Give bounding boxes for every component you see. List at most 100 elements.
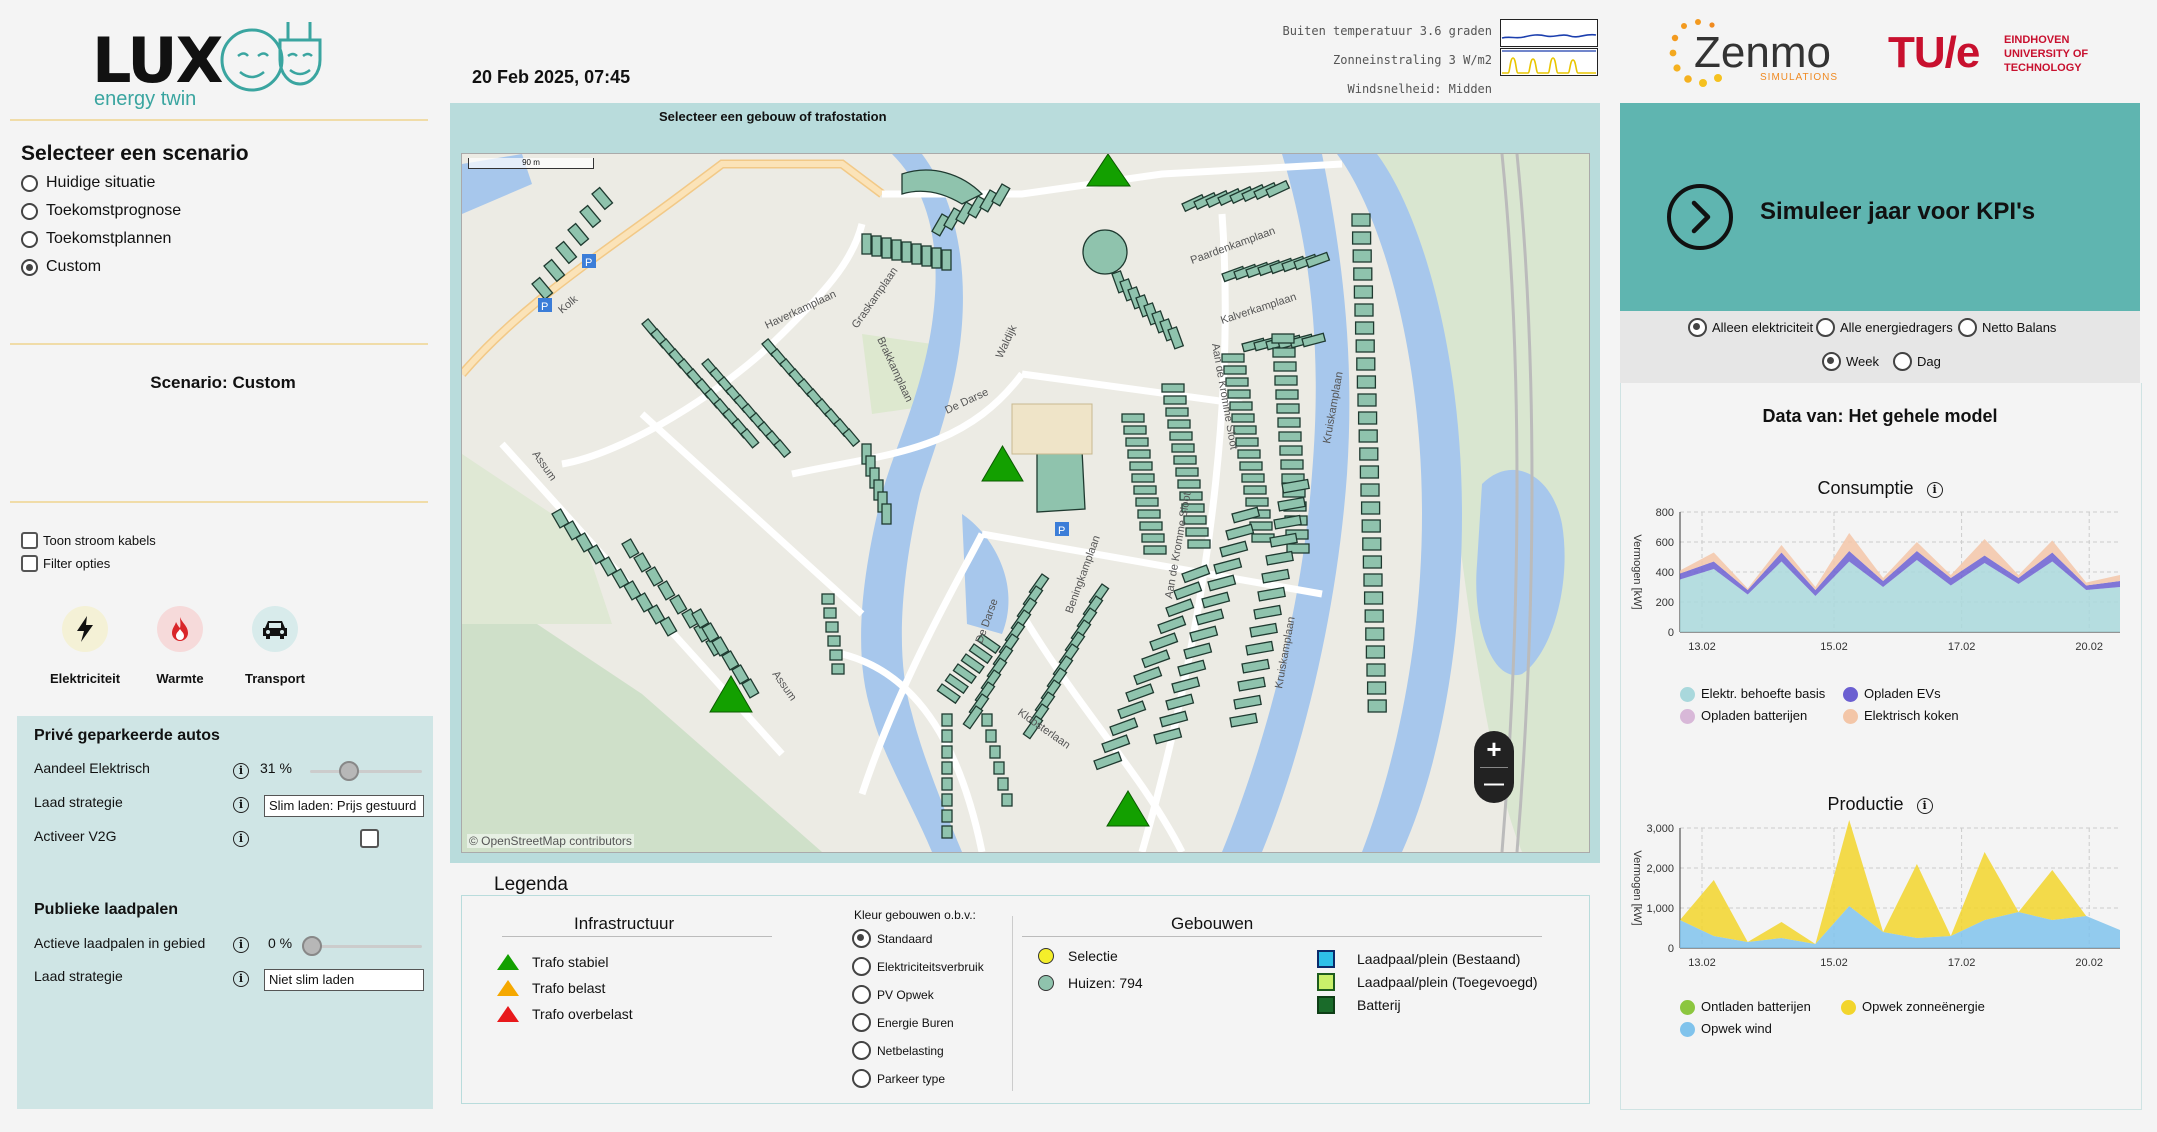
scenario-option[interactable]: Toekomstplannen (21, 230, 171, 248)
building-footprint[interactable] (931, 247, 942, 269)
consumption-info-icon[interactable]: i (1926, 482, 1943, 498)
building-color-option[interactable]: PV Opwek (852, 985, 934, 1004)
building-footprint[interactable] (881, 237, 892, 259)
building-footprint[interactable] (989, 745, 1001, 759)
building-footprint[interactable] (1358, 429, 1378, 443)
building-footprint[interactable] (1352, 249, 1372, 263)
building-footprint[interactable] (1363, 591, 1384, 605)
building-footprint[interactable] (1245, 497, 1269, 507)
energy-filter-radio[interactable] (1958, 318, 1977, 337)
building-footprint[interactable] (1354, 303, 1374, 317)
building-footprint[interactable] (1353, 267, 1373, 281)
production-chart[interactable]: 0 1,000 2,000 3,000 13.02 15.02 17.02 20.02 Verm… (1620, 816, 2140, 986)
building-footprint[interactable] (1185, 527, 1209, 537)
building-color-radio[interactable] (852, 957, 871, 976)
v2g-info-icon[interactable]: i (233, 831, 249, 847)
scenario-radio[interactable] (21, 202, 38, 220)
building-footprint[interactable] (1272, 347, 1296, 358)
building-footprint[interactable] (1173, 455, 1197, 465)
active-slider-handle[interactable] (302, 936, 322, 956)
building-footprint[interactable] (1125, 437, 1149, 447)
building-footprint[interactable] (1351, 213, 1371, 227)
filter-checkbox[interactable] (21, 555, 38, 572)
building-footprint[interactable] (891, 239, 902, 261)
building-color-radio[interactable] (852, 1041, 871, 1060)
energy-filter-radio[interactable] (1688, 318, 1707, 337)
map-attribution[interactable]: © OpenStreetMap contributors (467, 834, 634, 848)
share-slider-track[interactable] (310, 770, 422, 773)
building-footprint[interactable] (1135, 497, 1159, 507)
building-footprint[interactable] (823, 607, 837, 619)
category-transport[interactable] (248, 606, 302, 652)
building-footprint[interactable] (1167, 419, 1191, 429)
building-footprint[interactable] (1278, 431, 1302, 442)
building-footprint[interactable] (1129, 461, 1153, 471)
building-footprint[interactable] (1365, 645, 1386, 659)
building-footprint[interactable] (1139, 521, 1163, 531)
building-footprint[interactable] (1279, 445, 1303, 456)
building-footprint[interactable] (821, 593, 835, 605)
production-info-icon[interactable]: i (1916, 798, 1933, 814)
category-heat[interactable] (153, 606, 207, 652)
period-radio[interactable] (1822, 352, 1841, 371)
building-footprint[interactable] (1360, 483, 1380, 497)
building-footprint[interactable] (1277, 417, 1301, 428)
building-footprint[interactable] (1143, 545, 1167, 555)
v2g-checkbox[interactable] (360, 829, 379, 848)
building-footprint[interactable] (1356, 357, 1376, 371)
building-footprint[interactable] (941, 713, 953, 727)
building-footprint[interactable] (941, 745, 953, 759)
period-option[interactable]: Week (1822, 352, 1879, 371)
building-footprint[interactable] (881, 503, 892, 525)
building-footprint[interactable] (1127, 449, 1151, 459)
building-footprint[interactable] (1237, 449, 1261, 459)
building-footprint[interactable] (1131, 473, 1155, 483)
zoom-in-button[interactable]: + (1474, 733, 1514, 767)
building-footprint[interactable] (1367, 699, 1387, 713)
building-footprint[interactable] (831, 663, 845, 675)
building-footprint[interactable] (1363, 573, 1383, 587)
building-footprint[interactable] (1175, 467, 1199, 477)
building-footprint[interactable] (981, 713, 993, 727)
building-footprint[interactable] (1177, 479, 1201, 489)
building-color-option[interactable]: Energie Buren (852, 1013, 954, 1032)
simulate-year-button[interactable]: Simuleer jaar voor KPI's (1660, 178, 2120, 250)
building-color-radio[interactable] (852, 929, 871, 948)
building-footprint[interactable] (1354, 321, 1375, 335)
building-footprint[interactable] (941, 809, 953, 823)
building-footprint[interactable] (1121, 413, 1145, 423)
building-footprint[interactable] (1123, 425, 1147, 435)
building-footprint[interactable] (1359, 447, 1379, 461)
energy-filter-radio[interactable] (1816, 318, 1835, 337)
building-footprint[interactable] (1271, 333, 1295, 344)
building-footprint[interactable] (1241, 473, 1265, 483)
building-footprint[interactable] (985, 729, 997, 743)
energy-filter-option[interactable]: Netto Balans (1958, 318, 2056, 337)
building-footprint[interactable] (1001, 793, 1013, 807)
category-electricity[interactable] (58, 606, 112, 652)
building-footprint[interactable] (941, 729, 953, 743)
scenario-radio[interactable] (21, 258, 38, 276)
building-footprint[interactable] (1360, 501, 1381, 515)
public-charge-strategy-select[interactable]: Niet slim laden (264, 969, 424, 991)
scenario-radio[interactable] (21, 230, 38, 248)
building-footprint[interactable] (1163, 395, 1187, 405)
building-footprint[interactable] (1273, 361, 1297, 372)
building-color-option[interactable]: Elektriciteitsverbruik (852, 957, 984, 976)
building-footprint[interactable] (1357, 411, 1378, 425)
building-footprint[interactable] (1275, 389, 1299, 400)
building-color-option[interactable]: Netbelasting (852, 1041, 944, 1060)
building-footprint[interactable] (1169, 431, 1193, 441)
building-footprint[interactable] (827, 635, 841, 647)
building-footprint[interactable] (1165, 407, 1189, 417)
building-footprint[interactable] (1249, 521, 1273, 531)
building-color-radio[interactable] (852, 985, 871, 1004)
building-footprint[interactable] (1362, 555, 1383, 569)
building-footprint[interactable] (1364, 609, 1384, 623)
building-footprint[interactable] (993, 761, 1005, 775)
building-footprint[interactable] (1353, 285, 1374, 299)
energy-filter-option[interactable]: Alleen elektriciteit (1688, 318, 1813, 337)
building-footprint[interactable] (1355, 339, 1375, 353)
chart-legend-item[interactable]: Opladen batterijen (1680, 708, 1807, 725)
building-footprint[interactable] (861, 233, 872, 255)
